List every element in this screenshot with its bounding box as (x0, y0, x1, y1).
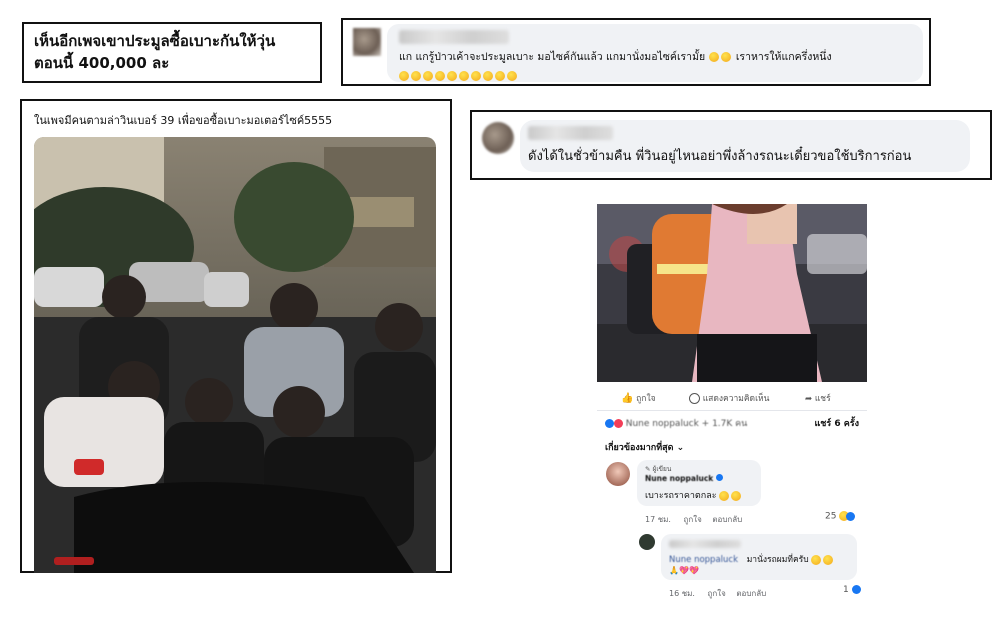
reply2-reply-link[interactable]: ตอบกลับ (736, 589, 766, 598)
reply2-like-link[interactable]: ถูกใจ (708, 589, 726, 598)
pencil-icon: ✎ (645, 465, 651, 473)
reply1-reaction-count[interactable]: 25 (825, 511, 856, 522)
comment2-author-blurred (528, 126, 613, 140)
laugh-emoji-icon (459, 70, 469, 81)
thumbs-up-icon: 👍 (621, 393, 634, 404)
comment1-avatar (353, 28, 381, 56)
rider-photo-illustration (597, 204, 867, 382)
headline-box: เห็นอีกเพจเขาประมูลซื้อเบาะกันให้วุ่น ตอ… (22, 22, 322, 83)
like-button[interactable]: 👍 ถูกใจ (621, 391, 656, 405)
smile-emoji-icon (823, 554, 834, 565)
photo-post: ในเพจมีคนตามล่าวินเบอร์ 39 เพื่อขอซื้อเบ… (20, 99, 452, 573)
like-reaction-icon (851, 585, 861, 594)
fb-post: 👍 ถูกใจ แสดงความคิดเห็น ➦ แชร์ Nune nopp… (597, 204, 867, 604)
comment-card-2: ดังได้ในชั่วข้ามคืน พี่วินอยู่ไหนอย่าพึ่… (470, 110, 992, 180)
reply2-avatar[interactable] (639, 534, 655, 550)
comment-card-1: แก แกรู้ป่าวเค้าจะประมูลเบาะ มอไซค์กันแล… (341, 18, 931, 86)
comment1-author-blurred (399, 30, 509, 44)
smile-emoji-icon (731, 490, 742, 501)
reply2-author-blurred (669, 540, 741, 548)
photo-caption: ในเพจมีคนตามล่าวินเบอร์ 39 เพื่อขอซื้อเบ… (34, 114, 333, 127)
headline-line1: เห็นอีกเพจเขาประมูลซื้อเบาะกันให้วุ่น (34, 32, 276, 50)
reply1-like-link[interactable]: ถูกใจ (684, 515, 702, 524)
chevron-down-icon: ⌄ (676, 443, 685, 453)
comment1-bubble: แก แกรู้ป่าวเค้าจะประมูลเบาะ มอไซค์กันแล… (387, 24, 923, 82)
reply2-meta: 16 ชม. ถูกใจ ตอบกลับ (669, 589, 767, 598)
headline-line2: ตอนนี้ 400,000 ละ (34, 54, 170, 72)
post-action-bar: 👍 ถูกใจ แสดงความคิดเห็น ➦ แชร์ (597, 384, 867, 411)
reply2-reaction-count[interactable]: 1 (843, 585, 861, 595)
verified-icon (715, 474, 723, 481)
sort-dropdown[interactable]: เกี่ยวข้องมากที่สุด ⌄ (605, 440, 684, 454)
street-photo[interactable] (34, 137, 436, 573)
comment1-text: แก แกรู้ป่าวเค้าจะประมูลเบาะ มอไซค์กันแล… (399, 51, 832, 63)
street-photo-illustration (34, 137, 436, 573)
share-button[interactable]: ➦ แชร์ (805, 391, 831, 405)
laugh-emoji-icon (411, 70, 421, 81)
like-reaction-icon (605, 419, 614, 428)
laugh-emoji-icon (399, 70, 409, 81)
reply2-text: Nune noppaluck มานั่งรถผมที่ครับ (669, 552, 835, 566)
smile-emoji-icon (719, 490, 730, 501)
reply1-text: เบาะรถราคาตกละ (645, 488, 743, 502)
laugh-emoji-icon (447, 70, 457, 81)
comment-button[interactable]: แสดงความคิดเห็น (689, 391, 769, 405)
heart-emoji-icon: 💖 (688, 566, 699, 575)
reply1-reply-link[interactable]: ตอบกลับ (712, 515, 742, 524)
rider-photo[interactable] (597, 204, 867, 382)
like-reaction-icon (846, 511, 856, 521)
reactions-row[interactable]: Nune noppaluck + 1.7K คน (605, 416, 747, 430)
reply2-mention[interactable]: Nune noppaluck (669, 555, 738, 565)
heart-emoji-icon: 💖 (678, 566, 689, 575)
laugh-emoji-icon (708, 52, 719, 62)
reply1-bubble: ✎ ผู้เขียน Nune noppaluck เบาะรถราคาตกละ (637, 460, 761, 506)
comment1-emoji-row (399, 65, 519, 84)
share-arrow-icon: ➦ (805, 394, 813, 404)
comment2-text: ดังได้ในชั่วข้ามคืน พี่วินอยู่ไหนอย่าพึ่… (528, 149, 912, 164)
laugh-emoji-icon (435, 70, 445, 81)
reply1-avatar[interactable] (606, 462, 630, 486)
laugh-emoji-icon (495, 70, 505, 81)
reply1-meta: 17 ชม. ถูกใจ ตอบกลับ (645, 515, 743, 524)
comment2-avatar (482, 122, 514, 154)
laugh-emoji-icon (483, 70, 493, 81)
laugh-emoji-icon (507, 70, 517, 81)
comment2-bubble: ดังได้ในชั่วข้ามคืน พี่วินอยู่ไหนอย่าพึ่… (520, 120, 970, 172)
smile-emoji-icon (811, 554, 822, 565)
laugh-emoji-icon (471, 70, 481, 81)
love-reaction-icon (613, 419, 623, 428)
share-count[interactable]: แชร์ 6 ครั้ง (814, 416, 859, 430)
pray-emoji-icon: 🙏 (669, 566, 679, 575)
author-badge: ✎ ผู้เขียน (645, 465, 672, 473)
reply2-emoji-row: 🙏💖💖 (669, 566, 699, 575)
laugh-emoji-icon (720, 52, 731, 62)
speech-bubble-icon (689, 393, 700, 404)
reply1-author[interactable]: Nune noppaluck (645, 474, 723, 483)
reply2-bubble: Nune noppaluck มานั่งรถผมที่ครับ 🙏💖💖 (661, 534, 857, 580)
laugh-emoji-icon (423, 70, 433, 81)
